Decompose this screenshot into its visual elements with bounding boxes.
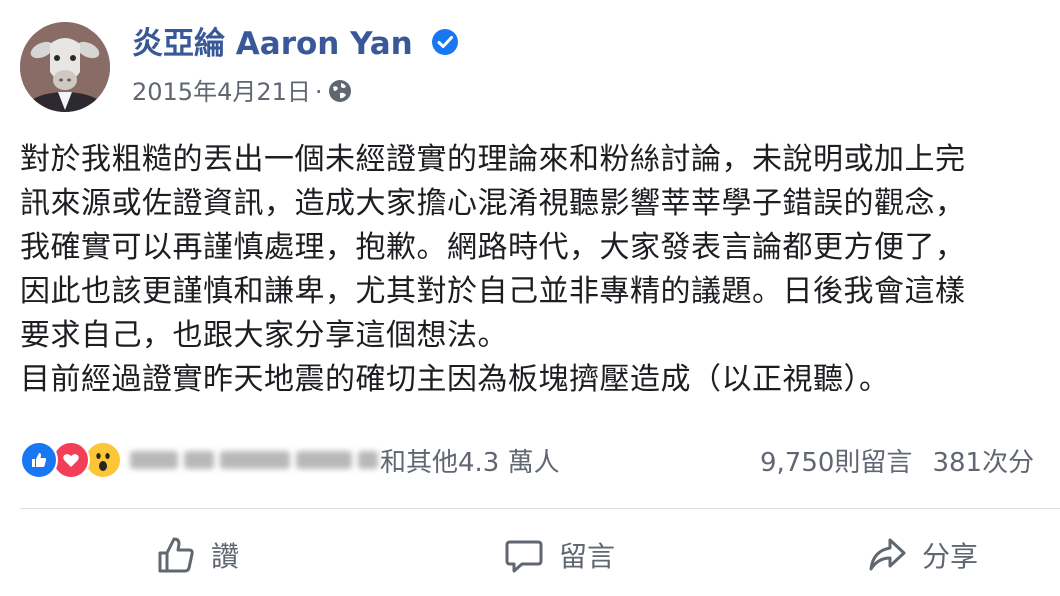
blurred-name-block bbox=[130, 451, 178, 469]
share-arrow-icon bbox=[869, 538, 906, 571]
share-button[interactable]: 分享 bbox=[866, 530, 978, 580]
reaction-summary[interactable]: 和其他4.3 萬人 bbox=[20, 440, 560, 480]
reactor-names-blurred bbox=[130, 451, 378, 469]
share-label: 分享 bbox=[922, 540, 979, 573]
post-body-line: 訊來源或佐證資訊，造成大家擔心混淆視聽影響莘莘學子錯誤的觀念， bbox=[20, 186, 966, 221]
blurred-name-block bbox=[296, 451, 352, 469]
avatar-sheep-mask-image bbox=[20, 22, 110, 112]
like-button[interactable]: 讚 bbox=[155, 530, 239, 580]
thumbs-up-icon bbox=[158, 537, 194, 573]
post-date[interactable]: 2015年4月21日 bbox=[132, 78, 311, 106]
comment-button[interactable]: 留言 bbox=[503, 530, 615, 580]
reaction-others-count[interactable]: 和其他4.3 萬人 bbox=[380, 442, 560, 479]
post-body: 對於我粗糙的丟出一個未經證實的理論來和粉絲討論，未說明或加上完 訊來源或佐證資訊… bbox=[20, 138, 1060, 402]
post-body-line: 因此也該更謹慎和謙卑，尤其對於自己並非專精的議題。日後我會這樣 bbox=[20, 274, 966, 309]
divider bbox=[20, 508, 1060, 509]
globe-icon[interactable] bbox=[327, 78, 353, 114]
avatar[interactable] bbox=[20, 22, 110, 112]
facebook-post: 炎亞綸 Aaron Yan 2015年4月21日 · 對於我粗糙的丟出一個未經證實… bbox=[0, 0, 1060, 596]
like-reaction-icon bbox=[20, 441, 58, 479]
post-body-line: 要求自己，也跟大家分享這個想法。 bbox=[20, 318, 508, 353]
comments-count[interactable]: 9,750則留言 bbox=[760, 442, 912, 479]
author-name[interactable]: 炎亞綸 Aaron Yan bbox=[132, 26, 413, 62]
post-meta: 2015年4月21日 · bbox=[132, 74, 353, 114]
post-body-line: 我確實可以再謹慎處理，抱歉。網路時代，大家發表言論都更方便了， bbox=[20, 230, 966, 265]
comment-label: 留言 bbox=[559, 540, 616, 573]
shares-count[interactable]: 381次分 bbox=[932, 442, 1034, 479]
verified-badge-icon bbox=[430, 25, 460, 69]
engagement-counts: 9,750則留言 381次分 bbox=[760, 440, 1034, 480]
like-label: 讚 bbox=[211, 540, 240, 573]
meta-separator: · bbox=[314, 78, 323, 106]
post-body-line: 對於我粗糙的丟出一個未經證實的理論來和粉絲討論，未說明或加上完 bbox=[20, 142, 966, 177]
author-name-row: 炎亞綸 Aaron Yan bbox=[132, 22, 460, 69]
blurred-name-block bbox=[358, 451, 378, 469]
blurred-name-block bbox=[220, 451, 290, 469]
post-body-line: 目前經過證實昨天地震的確切主因為板塊擠壓造成（以正視聽）。 bbox=[20, 362, 890, 397]
comment-bubble-icon bbox=[505, 540, 543, 573]
blurred-name-block bbox=[184, 451, 214, 469]
